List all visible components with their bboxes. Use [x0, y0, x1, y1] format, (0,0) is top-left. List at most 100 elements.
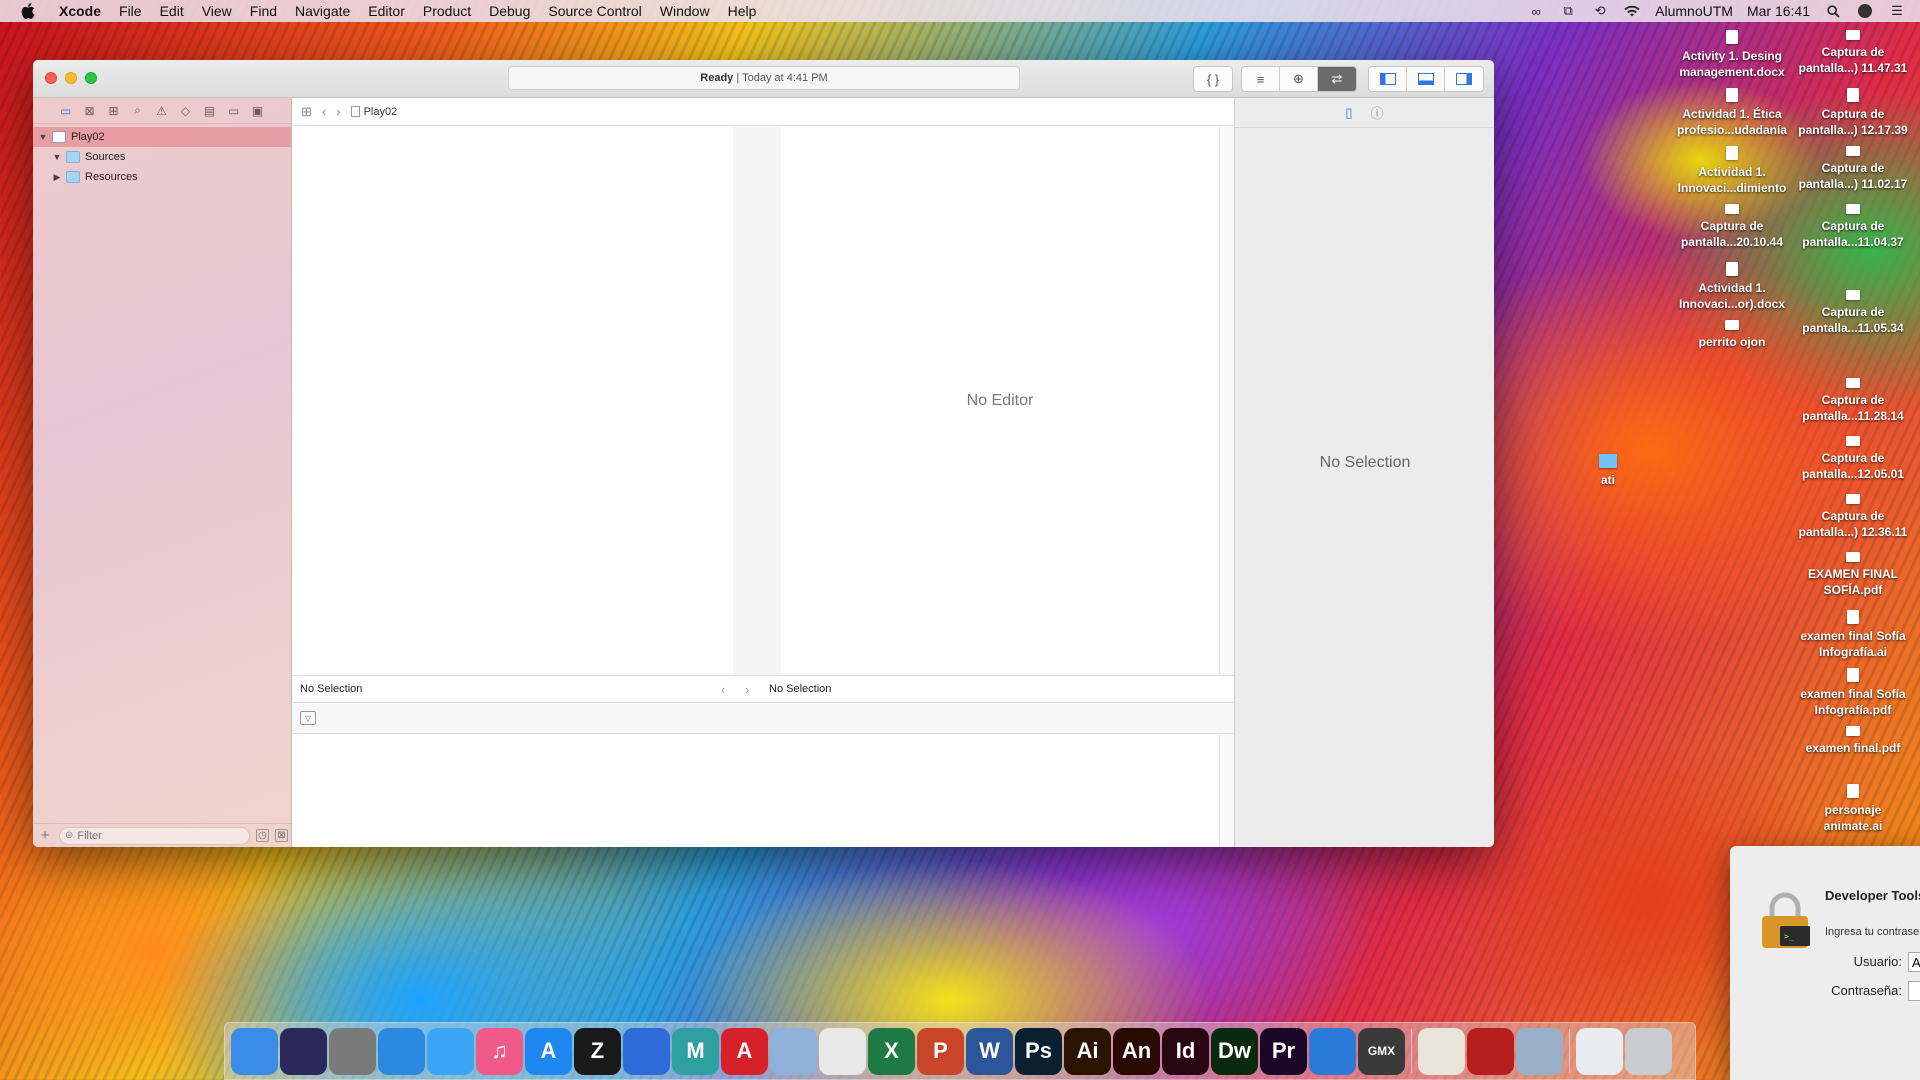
- siri-icon[interactable]: [1856, 4, 1874, 18]
- dock-app-finder-icon[interactable]: [231, 1027, 278, 1075]
- desktop-file[interactable]: Captura de pantalla...12.05.01: [1797, 436, 1909, 482]
- dock-app-network-radar-icon[interactable]: [623, 1027, 670, 1075]
- next-icon[interactable]: ›: [735, 682, 759, 697]
- desktop-file[interactable]: examen final Sofía Infografía.pdf: [1797, 668, 1909, 718]
- source-control-filter-icon[interactable]: ⊠: [275, 829, 288, 842]
- menu-file[interactable]: File: [110, 3, 151, 19]
- inspector-toggle-button[interactable]: [1445, 67, 1483, 91]
- spotlight-search-icon[interactable]: [1824, 4, 1842, 18]
- dock-app-chrome-icon[interactable]: [819, 1027, 866, 1075]
- filter-input[interactable]: [77, 829, 244, 842]
- navigator-toggle-button[interactable]: [1369, 67, 1407, 91]
- desktop-file[interactable]: Captura de pantalla...) 11.47.31: [1797, 30, 1909, 76]
- find-icon[interactable]: ⌕: [129, 102, 146, 119]
- dock-app-textedit-icon[interactable]: [1418, 1027, 1465, 1075]
- related-items-icon[interactable]: ⊞: [301, 104, 312, 120]
- report-icon[interactable]: ▣: [249, 102, 266, 119]
- source-control-icon[interactable]: ⊠: [81, 102, 98, 119]
- standard-editor-button[interactable]: ≡: [1242, 67, 1280, 91]
- desktop-file[interactable]: examen final Sofía Infografía.ai: [1797, 610, 1909, 660]
- dock-app-final-draft-icon[interactable]: Z: [574, 1027, 621, 1075]
- dock-app-photoshop-icon[interactable]: Ps: [1015, 1027, 1062, 1075]
- menu-source-control[interactable]: Source Control: [539, 3, 650, 19]
- menu-product[interactable]: Product: [414, 3, 480, 19]
- desktop-file[interactable]: Actividad 1. Innovaci...dimiento: [1676, 146, 1788, 196]
- creative-cloud-icon[interactable]: ∞: [1527, 4, 1545, 19]
- menu-window[interactable]: Window: [651, 3, 719, 19]
- menu-view[interactable]: View: [193, 3, 241, 19]
- dock-app-cube-icon[interactable]: [770, 1027, 817, 1075]
- disclosure-open-icon[interactable]: ▼: [37, 132, 49, 142]
- desktop-file[interactable]: examen final.pdf: [1797, 726, 1909, 756]
- editor-left-pane[interactable]: [293, 127, 733, 675]
- console-scrollbar[interactable]: [1219, 735, 1234, 847]
- desktop-file[interactable]: Captura de pantalla...11.05.34: [1797, 290, 1909, 336]
- hide-debug-area-icon[interactable]: ▽: [300, 711, 316, 725]
- menu-debug[interactable]: Debug: [480, 3, 539, 19]
- dock-app-trash-icon[interactable]: [1625, 1027, 1672, 1075]
- desktop-file[interactable]: personaje animate.ai: [1797, 784, 1909, 834]
- dock-app-excel-icon[interactable]: X: [868, 1027, 915, 1075]
- tree-item-play02[interactable]: ▼ Play02: [33, 127, 291, 147]
- editor-scrollbar[interactable]: [1219, 127, 1234, 675]
- breakpoint-icon[interactable]: ▭: [225, 102, 242, 119]
- user-name[interactable]: AlumnoUTM: [1655, 3, 1733, 19]
- recent-files-icon[interactable]: ◷: [256, 829, 269, 842]
- dock-app-xcode-icon[interactable]: [1309, 1027, 1356, 1075]
- desktop-file[interactable]: Captura de pantalla...11.04.37: [1797, 204, 1909, 250]
- library-icon[interactable]: { }: [1194, 67, 1232, 91]
- desktop-file[interactable]: Captura de pantalla...) 12.36.11: [1797, 494, 1909, 540]
- previous-icon[interactable]: ‹: [711, 682, 735, 697]
- dock-app-messages-icon[interactable]: [427, 1027, 474, 1075]
- desktop-file[interactable]: Activity 1. Desing management.docx: [1676, 30, 1788, 80]
- dock-app-app-store-icon[interactable]: A: [525, 1027, 572, 1075]
- warning-icon[interactable]: ⚠: [153, 102, 170, 119]
- username-field[interactable]: [1908, 952, 1920, 972]
- dock-app-launchpad-icon[interactable]: [329, 1027, 376, 1075]
- debug-area-toggle-button[interactable]: [1407, 67, 1445, 91]
- dock-app-premiere-icon[interactable]: Pr: [1260, 1027, 1307, 1075]
- add-file-button[interactable]: +: [37, 827, 53, 844]
- dock-app-indesign-icon[interactable]: Id: [1162, 1027, 1209, 1075]
- dock-app-powerpoint-icon[interactable]: P: [917, 1027, 964, 1075]
- folder-icon[interactable]: ▭: [57, 102, 74, 119]
- breadcrumb[interactable]: Play02: [350, 106, 397, 118]
- dock-app-word-icon[interactable]: W: [966, 1027, 1013, 1075]
- desktop-file[interactable]: Actividad 1. Innovaci...or).docx: [1676, 262, 1788, 312]
- disclosure-closed-icon[interactable]: ▶: [51, 172, 63, 183]
- tree-item-resources[interactable]: ▶ Resources: [33, 167, 291, 187]
- dock-app-illustrator-icon[interactable]: Ai: [1064, 1027, 1111, 1075]
- desktop-file[interactable]: Captura de pantalla...20.10.44: [1676, 204, 1788, 250]
- dock-app-acrobat-icon[interactable]: A: [721, 1027, 768, 1075]
- test-icon[interactable]: ◇: [177, 102, 194, 119]
- minimize-button[interactable]: [65, 72, 77, 84]
- password-field[interactable]: [1908, 981, 1920, 1001]
- debug-console[interactable]: [293, 735, 1219, 847]
- dock-app-animate-icon[interactable]: An: [1113, 1027, 1160, 1075]
- desktop-file[interactable]: Actividad 1. Ética profesio...udadanía: [1676, 88, 1788, 138]
- clock[interactable]: Mar 16:41: [1747, 3, 1810, 19]
- menu-editor[interactable]: Editor: [359, 3, 414, 19]
- notification-center-icon[interactable]: ☰: [1888, 3, 1906, 18]
- assistant-editor-button[interactable]: ⊕: [1280, 67, 1318, 91]
- desktop-folder[interactable]: ati: [1552, 454, 1664, 488]
- dock-app-safari-icon[interactable]: [378, 1027, 425, 1075]
- symbol-icon[interactable]: ⊞: [105, 102, 122, 119]
- time-machine-icon[interactable]: ⟲: [1591, 3, 1609, 18]
- desktop-file[interactable]: EXAMEN FINAL SOFÍA.pdf: [1797, 552, 1909, 598]
- menu-edit[interactable]: Edit: [151, 3, 193, 19]
- dock-app-preview-icon[interactable]: [1516, 1027, 1563, 1075]
- debug-icon[interactable]: ▤: [201, 102, 218, 119]
- tree-item-sources[interactable]: ▼ Sources: [33, 147, 291, 167]
- zoom-button[interactable]: [85, 72, 97, 84]
- menu-find[interactable]: Find: [241, 3, 286, 19]
- desktop-file[interactable]: Captura de pantalla...) 12.17.39: [1797, 88, 1909, 138]
- menu-xcode[interactable]: Xcode: [50, 3, 110, 19]
- screen-mirroring-icon[interactable]: ⧉: [1559, 3, 1577, 18]
- menu-help[interactable]: Help: [719, 3, 766, 19]
- desktop-file[interactable]: perrito ojon: [1676, 320, 1788, 350]
- dock-app-maya-icon[interactable]: M: [672, 1027, 719, 1075]
- dock-app-dreamweaver-icon[interactable]: Dw: [1211, 1027, 1258, 1075]
- disclosure-open-icon[interactable]: ▼: [51, 152, 63, 162]
- desktop-file[interactable]: Captura de pantalla...) 11.02.17: [1797, 146, 1909, 192]
